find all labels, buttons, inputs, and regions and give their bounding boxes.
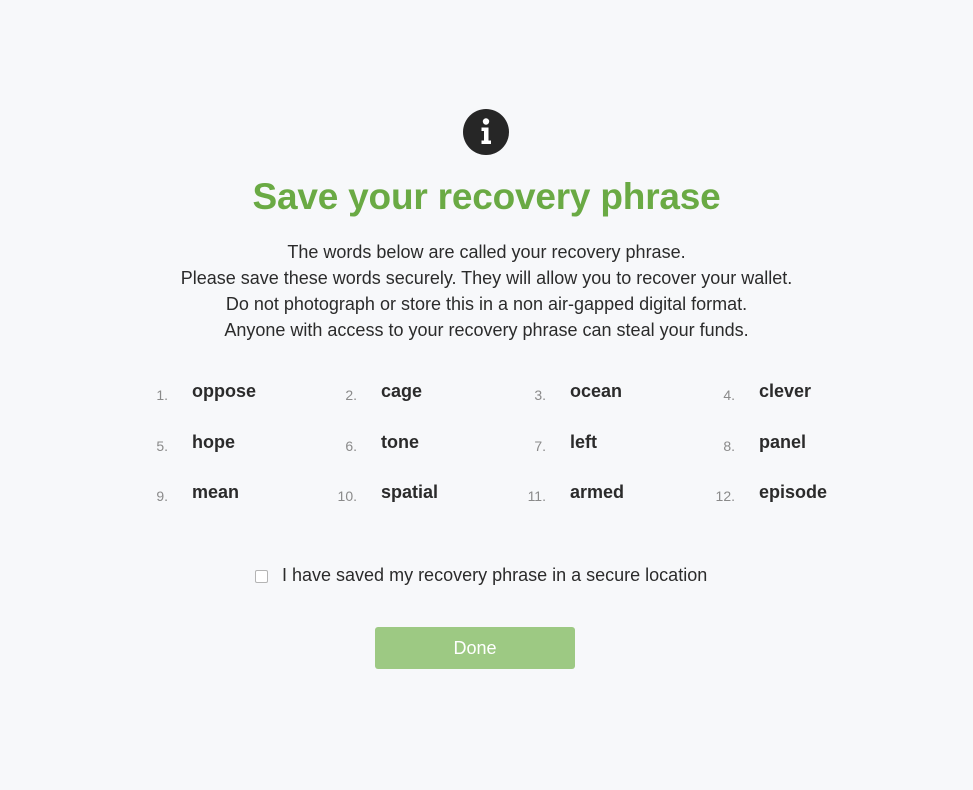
- word-item: 4. clever: [697, 378, 887, 408]
- word-number: 1.: [156, 387, 168, 403]
- word-text: oppose: [192, 381, 257, 401]
- word-text: ocean: [570, 381, 623, 401]
- word-text: left: [570, 432, 597, 452]
- word-item: 1. oppose: [130, 378, 320, 408]
- done-button[interactable]: Done: [375, 627, 575, 669]
- confirm-row[interactable]: I have saved my recovery phrase in a sec…: [255, 564, 715, 588]
- description-line: Anyone with access to your recovery phra…: [224, 320, 749, 340]
- word-item: 11. armed: [508, 479, 698, 509]
- description-line: Do not photograph or store this in a non…: [225, 294, 748, 314]
- word-number: 7.: [534, 438, 546, 454]
- word-text: clever: [759, 381, 812, 401]
- word-number: 11.: [527, 488, 546, 504]
- word-text: tone: [381, 432, 419, 452]
- word-number: 5.: [156, 438, 168, 454]
- word-number: 6.: [345, 438, 357, 454]
- word-text: panel: [759, 432, 807, 452]
- word-number: 12.: [715, 488, 735, 504]
- word-item: 2. cage: [319, 378, 509, 408]
- saved-confirmation-checkbox[interactable]: [255, 570, 268, 583]
- description-line: The words below are called your recovery…: [287, 242, 686, 262]
- word-number: 9.: [156, 488, 168, 504]
- word-text: cage: [381, 381, 423, 401]
- word-item: 7. left: [508, 429, 698, 459]
- word-item: 10. spatial: [319, 479, 509, 509]
- info-icon: [463, 109, 509, 155]
- word-number: 3.: [534, 387, 546, 403]
- saved-confirmation-label[interactable]: I have saved my recovery phrase in a sec…: [282, 565, 707, 586]
- word-item: 6. tone: [319, 429, 509, 459]
- page-title: Save your recovery phrase: [252, 176, 721, 217]
- word-number: 2.: [345, 387, 357, 403]
- word-text: hope: [192, 432, 235, 452]
- word-item: 12. episode: [697, 479, 887, 509]
- recovery-word-grid: 1. oppose 2. cage 3. ocean 4. clever 5. …: [130, 378, 890, 518]
- description-line: Please save these words securely. They w…: [180, 268, 793, 288]
- word-item: 5. hope: [130, 429, 320, 459]
- word-text: spatial: [381, 482, 439, 502]
- word-text: mean: [192, 482, 240, 502]
- word-number: 8.: [723, 438, 735, 454]
- description: The words below are called your recovery…: [0, 239, 973, 343]
- word-text: episode: [759, 482, 828, 502]
- word-text: armed: [570, 482, 625, 502]
- word-item: 8. panel: [697, 429, 887, 459]
- word-number: 10.: [337, 488, 357, 504]
- word-item: 9. mean: [130, 479, 320, 509]
- word-number: 4.: [723, 387, 735, 403]
- word-item: 3. ocean: [508, 378, 698, 408]
